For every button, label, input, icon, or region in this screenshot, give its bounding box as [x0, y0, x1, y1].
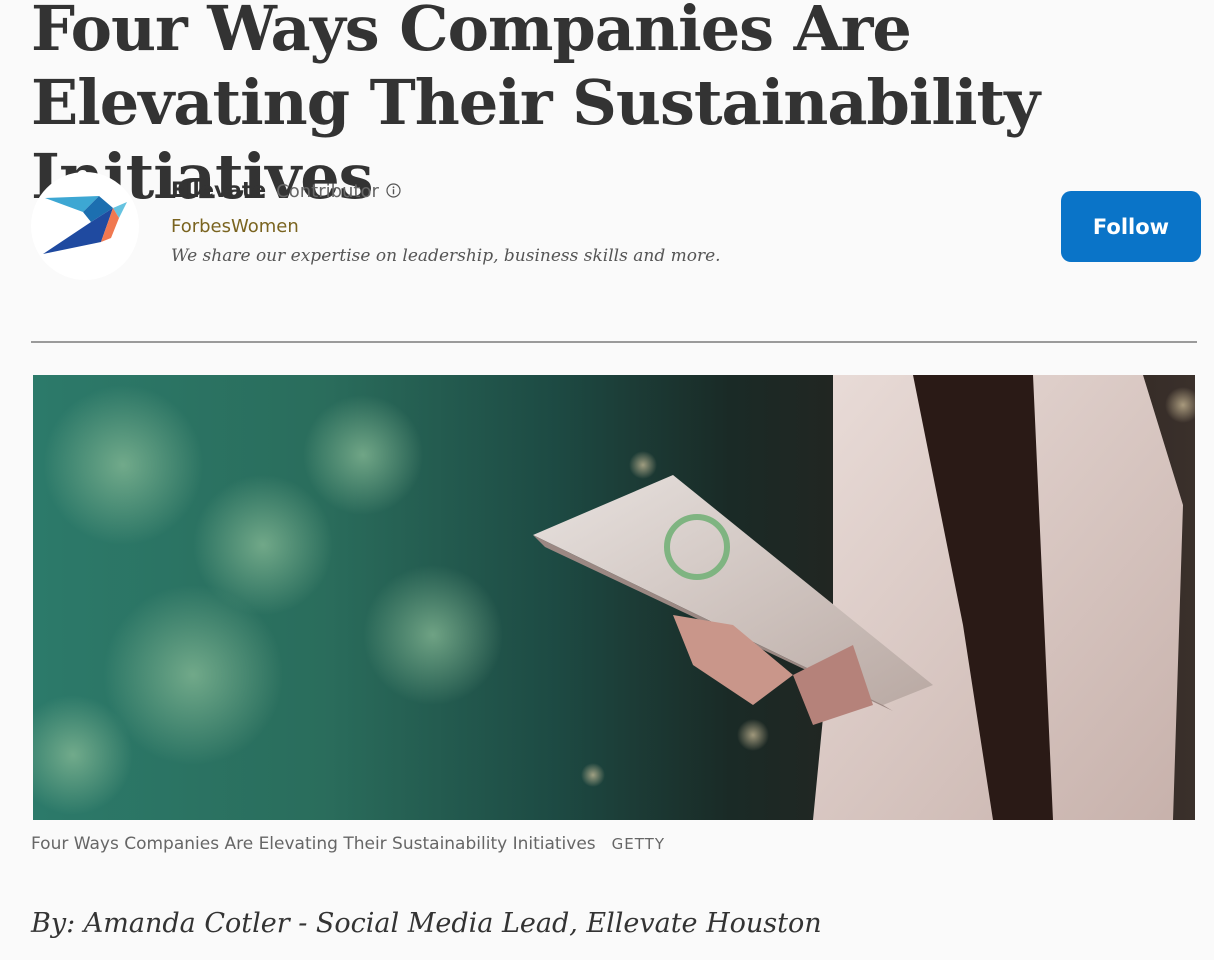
caption-credit: GETTY: [611, 835, 665, 853]
author-name[interactable]: Ellevate: [171, 178, 266, 202]
info-icon[interactable]: [386, 183, 401, 198]
divider: [31, 341, 1197, 343]
follow-button[interactable]: Follow: [1061, 191, 1201, 262]
author-avatar[interactable]: [31, 172, 139, 280]
image-caption: Four Ways Companies Are Elevating Their …: [31, 834, 665, 862]
caption-text: Four Ways Companies Are Elevating Their …: [31, 834, 596, 854]
hero-image: [33, 375, 1195, 820]
author-role: Contributor: [276, 181, 379, 202]
article-byline: By: Amanda Cotler - Social Media Lead, E…: [31, 908, 822, 939]
author-bio: We share our expertise on leadership, bu…: [171, 246, 721, 266]
bird-logo-icon: [43, 196, 127, 254]
channel-link[interactable]: ForbesWomen: [171, 212, 951, 242]
author-info: Ellevate Contributor ForbesWomen We shar…: [171, 178, 951, 270]
